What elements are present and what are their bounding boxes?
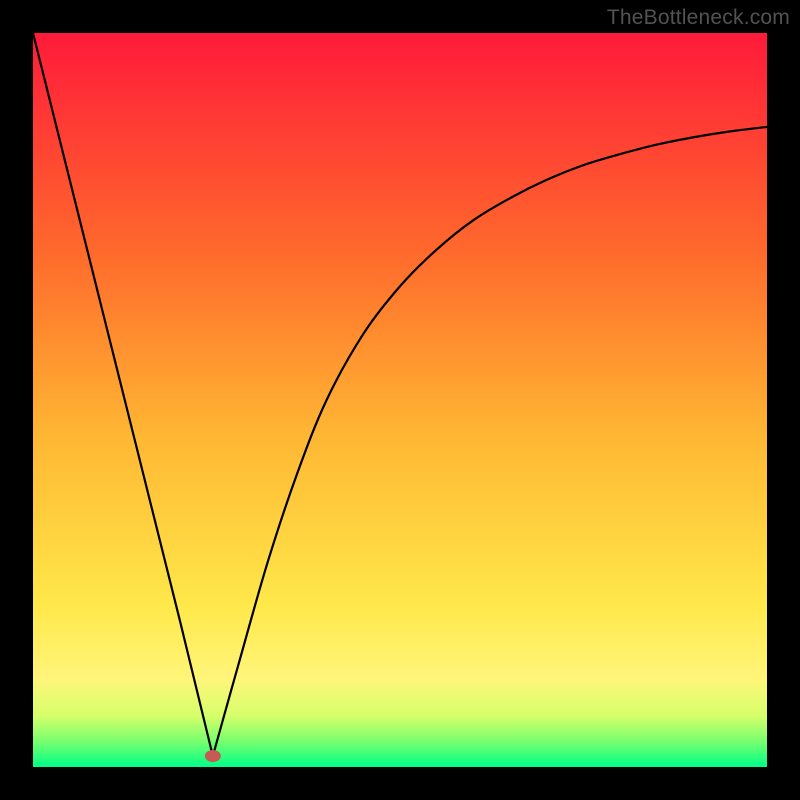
minimum-marker — [205, 750, 221, 762]
gradient-background — [33, 33, 767, 767]
watermark-text: TheBottleneck.com — [607, 6, 790, 30]
plot-area — [33, 33, 767, 767]
chart-svg — [33, 33, 767, 767]
chart-stage: TheBottleneck.com — [0, 0, 800, 800]
